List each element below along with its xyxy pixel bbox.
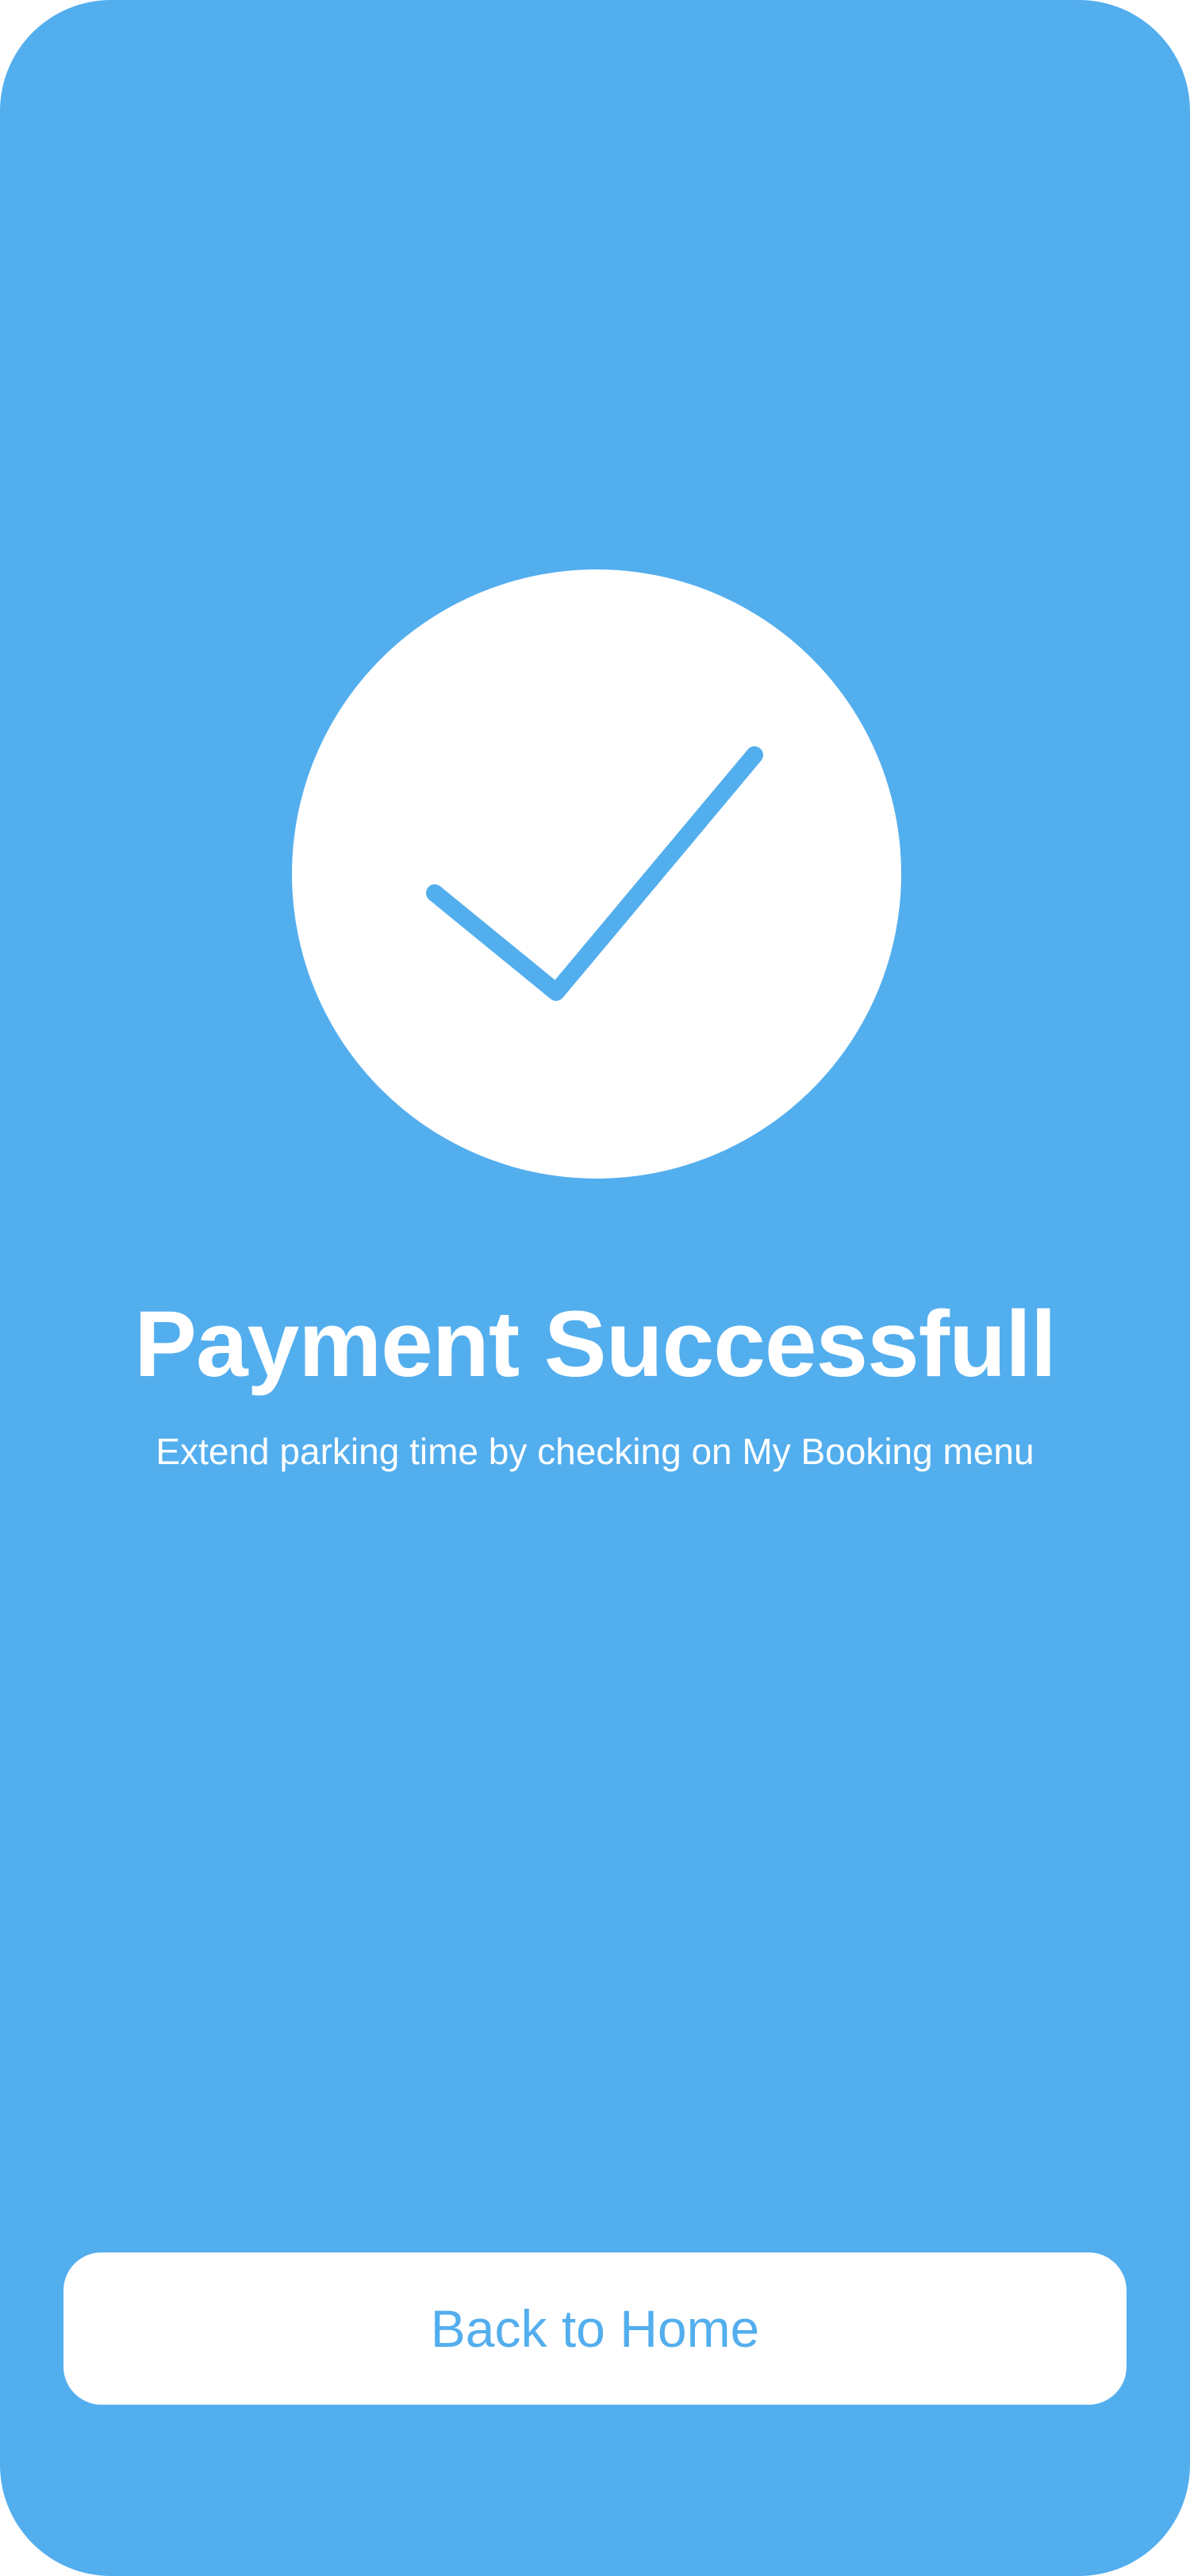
back-to-home-button[interactable]: Back to Home bbox=[63, 2252, 1127, 2405]
checkmark-icon bbox=[426, 746, 763, 1001]
status-message: Extend parking time by checking on My Bo… bbox=[155, 1431, 1035, 1472]
page-title: Payment Successfull bbox=[134, 1292, 1057, 1397]
success-badge bbox=[292, 569, 901, 1179]
payment-success-screen: Payment Successfull Extend parking time … bbox=[0, 0, 1190, 2576]
